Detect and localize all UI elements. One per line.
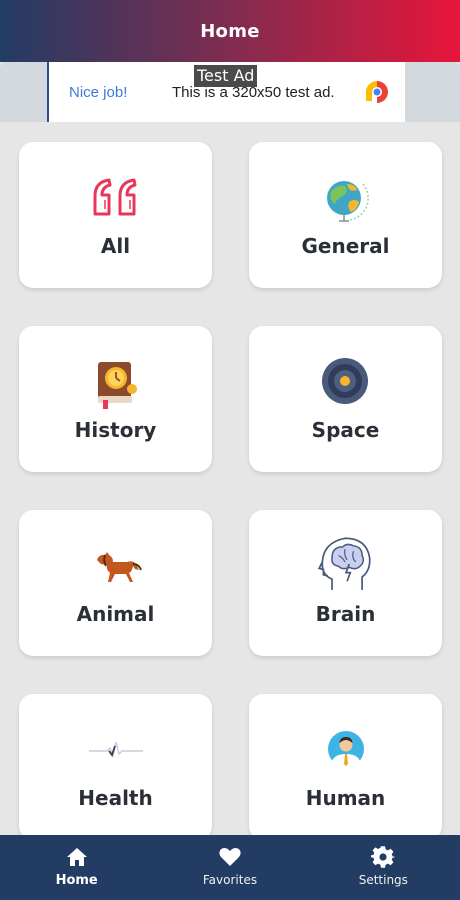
category-card-animal[interactable]: Animal bbox=[19, 510, 212, 656]
category-label: Space bbox=[311, 418, 380, 442]
horse-icon bbox=[96, 552, 142, 582]
gear-icon bbox=[371, 846, 396, 868]
ad-left-text: Nice job! bbox=[69, 84, 128, 101]
page-title: Home bbox=[200, 20, 260, 42]
nav-item-settings[interactable]: Settings bbox=[307, 835, 460, 900]
test-ad-badge: Test Ad bbox=[194, 65, 258, 87]
ad-logo-icon bbox=[366, 81, 388, 103]
category-label: All bbox=[100, 234, 131, 258]
space-planet-icon bbox=[321, 358, 368, 404]
category-card-health[interactable]: Health bbox=[19, 694, 212, 840]
globe-icon bbox=[326, 181, 369, 222]
bottom-navigation: Home Favorites Settings bbox=[0, 835, 460, 900]
category-label: General bbox=[301, 234, 390, 258]
brain-head-icon bbox=[317, 537, 371, 590]
home-icon bbox=[66, 848, 87, 866]
nav-label: Settings bbox=[358, 873, 408, 887]
category-card-history[interactable]: History bbox=[19, 326, 212, 472]
category-label: Brain bbox=[315, 602, 376, 626]
category-card-all[interactable]: All bbox=[19, 142, 212, 288]
heart-icon bbox=[219, 848, 241, 866]
history-book-icon bbox=[97, 362, 137, 409]
nav-label: Home bbox=[55, 873, 98, 888]
heartbeat-icon bbox=[88, 741, 143, 759]
category-card-general[interactable]: General bbox=[249, 142, 442, 288]
category-label: Health bbox=[78, 786, 153, 810]
category-card-space[interactable]: Space bbox=[249, 326, 442, 472]
app-header: Home bbox=[0, 0, 460, 62]
quote-icon bbox=[93, 178, 136, 216]
category-card-brain[interactable]: Brain bbox=[249, 510, 442, 656]
category-label: Human bbox=[305, 786, 386, 810]
nav-label: Favorites bbox=[202, 873, 258, 887]
nav-item-home[interactable]: Home bbox=[0, 835, 153, 900]
category-label: History bbox=[74, 418, 157, 442]
nav-item-favorites[interactable]: Favorites bbox=[153, 835, 306, 900]
category-card-human[interactable]: Human bbox=[249, 694, 442, 840]
person-avatar-icon bbox=[327, 731, 364, 767]
category-label: Animal bbox=[76, 602, 155, 626]
